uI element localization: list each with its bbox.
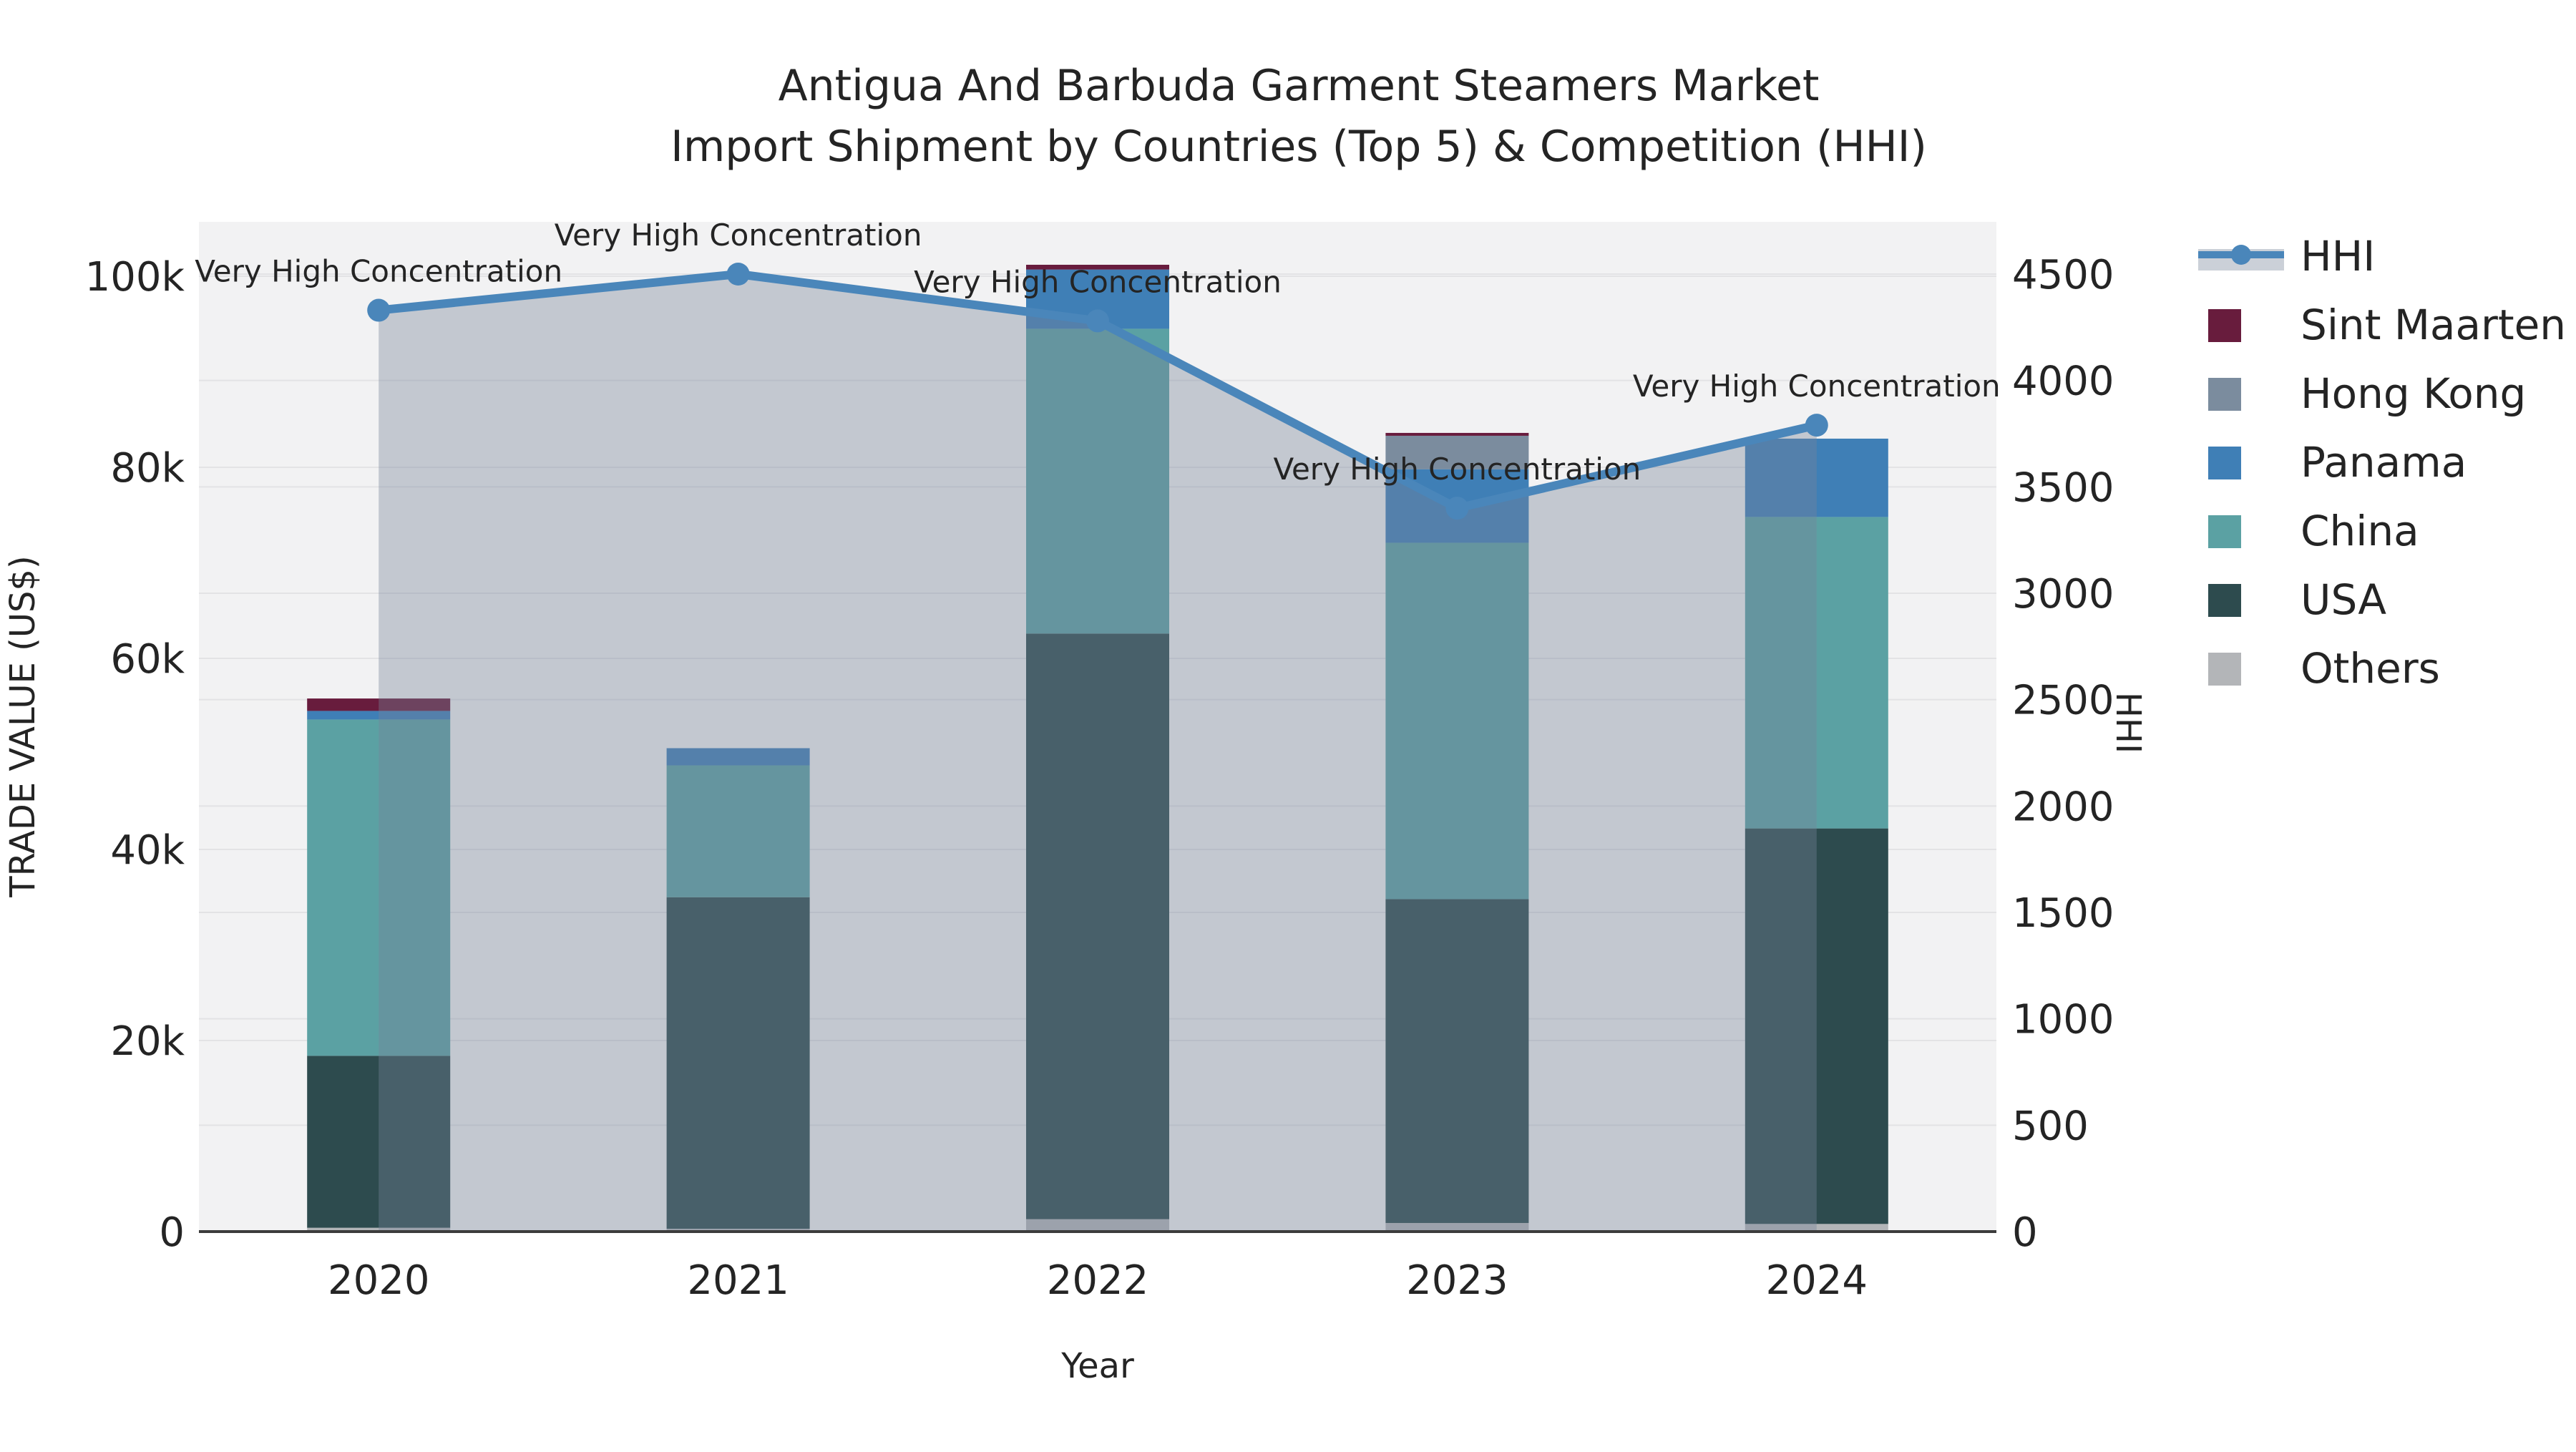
y-right-tick-label: 500 bbox=[2012, 1103, 2089, 1149]
legend-color-swatch bbox=[2208, 515, 2241, 548]
y-right-tick-label: 4000 bbox=[2012, 359, 2114, 405]
y-right-tick-label: 0 bbox=[2012, 1209, 2038, 1256]
legend-label: USA bbox=[2301, 575, 2386, 624]
legend-item-sint-maarten[interactable]: Sint Maarten bbox=[2208, 301, 2566, 349]
y-left-tick-label: 60k bbox=[110, 636, 185, 683]
annotation-2021: Very High Concentration bbox=[555, 218, 922, 253]
y-left-axis-title: TRADE VALUE (US$) bbox=[3, 555, 43, 897]
chart-title-line1: Antigua And Barbuda Garment Steamers Mar… bbox=[779, 61, 1820, 111]
legend-color-swatch bbox=[2208, 447, 2241, 479]
legend-hhi-marker-icon bbox=[2231, 245, 2251, 265]
annotation-2023: Very High Concentration bbox=[1274, 452, 1641, 487]
hhi-marker bbox=[1445, 497, 1469, 520]
y-left-tick-label: 20k bbox=[110, 1018, 185, 1065]
chart-canvas: 0 20k 40k 60k 80k 100k 0 500 1000 1500 2000 2500 300… bbox=[3, 61, 2566, 1386]
legend: HHI Sint Maarten Hong Kong Panama China USA Ot… bbox=[2198, 232, 2566, 693]
x-tick-label-2021: 2021 bbox=[687, 1257, 789, 1304]
legend-color-swatch bbox=[2208, 378, 2241, 411]
y-left-tick-label: 80k bbox=[110, 445, 185, 492]
y-right-tick-label: 3000 bbox=[2012, 571, 2114, 618]
y-right-tick-label: 4500 bbox=[2012, 252, 2114, 298]
legend-label: Others bbox=[2301, 644, 2440, 693]
y-right-tick-label: 3500 bbox=[2012, 464, 2114, 511]
x-tick-label-2020: 2020 bbox=[328, 1257, 430, 1304]
y-right-axis-title: HHI bbox=[2108, 692, 2148, 754]
y-right-tick-label: 2000 bbox=[2012, 784, 2114, 830]
legend-color-swatch bbox=[2208, 584, 2241, 617]
y-right-tick-label: 1000 bbox=[2012, 997, 2114, 1043]
legend-label: HHI bbox=[2301, 232, 2375, 281]
y-right-tick-label: 2500 bbox=[2012, 678, 2114, 724]
hhi-marker bbox=[1805, 414, 1828, 437]
x-axis-title: Year bbox=[1060, 1346, 1134, 1386]
legend-label: Hong Kong bbox=[2301, 369, 2526, 418]
hhi-marker bbox=[1086, 309, 1109, 333]
x-tick-label-2023: 2023 bbox=[1406, 1257, 1508, 1304]
y-left-tick-label: 0 bbox=[159, 1209, 185, 1256]
x-tick-label-2022: 2022 bbox=[1047, 1257, 1149, 1304]
annotation-2020: Very High Concentration bbox=[195, 254, 562, 289]
legend-item-usa[interactable]: USA bbox=[2208, 575, 2386, 624]
chart-title-line2: Import Shipment by Countries (Top 5) & C… bbox=[670, 122, 1927, 172]
y-right-tick-label: 1500 bbox=[2012, 890, 2114, 937]
legend-item-panama[interactable]: Panama bbox=[2208, 438, 2467, 487]
legend-item-china[interactable]: China bbox=[2208, 507, 2419, 555]
legend-color-swatch bbox=[2208, 309, 2241, 342]
x-tick-label-2024: 2024 bbox=[1766, 1257, 1868, 1304]
legend-item-hhi[interactable]: HHI bbox=[2198, 232, 2375, 281]
legend-color-swatch bbox=[2208, 653, 2241, 686]
legend-label: Sint Maarten bbox=[2301, 301, 2566, 349]
hhi-marker bbox=[726, 263, 750, 286]
bar-segment-sint-maarten bbox=[1385, 432, 1529, 436]
legend-label: Panama bbox=[2301, 438, 2467, 487]
y-left-tick-label: 40k bbox=[110, 827, 185, 874]
legend-item-hong-kong[interactable]: Hong Kong bbox=[2208, 369, 2526, 418]
annotation-2022: Very High Concentration bbox=[914, 264, 1282, 299]
y-left-tick-label: 100k bbox=[85, 254, 185, 301]
legend-item-others[interactable]: Others bbox=[2208, 644, 2440, 693]
annotation-2024: Very High Concentration bbox=[1633, 369, 2001, 404]
legend-label: China bbox=[2301, 507, 2419, 555]
hhi-marker bbox=[367, 298, 391, 322]
